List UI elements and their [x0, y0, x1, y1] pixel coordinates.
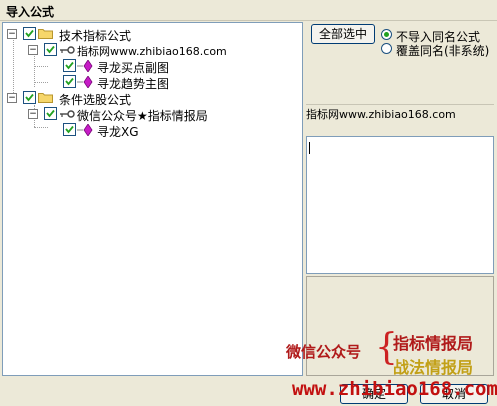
node-checkbox[interactable]: [63, 59, 76, 72]
node-checkbox[interactable]: [23, 27, 36, 40]
watermark-wechat: 微信公众号: [286, 343, 362, 361]
window-title: 导入公式: [6, 5, 55, 19]
collapse-toggle[interactable]: −: [7, 93, 17, 103]
tree-node-label: 指标网www.zhibiao168.com: [77, 45, 227, 58]
formula-icon: [77, 76, 93, 88]
folder-icon: [38, 93, 53, 103]
checkmark-icon: [65, 77, 74, 86]
radio-no-import[interactable]: 不导入同名公式: [381, 28, 493, 44]
tree-node-label: 寻龙XG: [97, 125, 139, 139]
node-checkbox[interactable]: [63, 123, 76, 136]
radio-overwrite[interactable]: 覆盖同名(非系统): [381, 42, 493, 58]
collapse-toggle[interactable]: −: [28, 109, 38, 119]
watermark-url: www.zhibiao168.com: [292, 378, 497, 400]
tree-node-tech-indicators[interactable]: − 技术指标公式: [3, 26, 293, 43]
checkmark-icon: [46, 45, 55, 54]
source-text: 指标网www.zhibiao168.com: [306, 108, 456, 121]
collapse-toggle[interactable]: −: [7, 29, 17, 39]
key-icon: [60, 110, 75, 118]
watermark-right-top: 指标情报局: [393, 334, 474, 353]
tree-node-stock-selection[interactable]: − 条件选股公式: [3, 90, 293, 107]
title-bar: 导入公式: [0, 0, 497, 21]
tree-node-formula-xg[interactable]: 寻龙XG: [3, 122, 293, 139]
formula-source-info: 指标网www.zhibiao168.com: [306, 104, 494, 135]
collapse-toggle[interactable]: −: [28, 45, 38, 55]
node-checkbox[interactable]: [63, 75, 76, 88]
tree-node-group-zhibiao[interactable]: − 指标网www.zhibiao168.com: [3, 42, 293, 58]
formula-icon: [77, 124, 93, 136]
node-checkbox[interactable]: [23, 91, 36, 104]
radio-dot[interactable]: [381, 43, 392, 54]
tree-node-group-wechat[interactable]: − 微信公众号★指标情报局: [3, 106, 293, 123]
radio-label: 覆盖同名(非系统): [396, 44, 490, 58]
node-checkbox[interactable]: [44, 43, 57, 56]
formula-tree[interactable]: − 技术指标公式 − 指标网www.zhibiao168.com 寻龙买点副图: [2, 22, 303, 376]
checkmark-icon: [25, 93, 34, 102]
formula-icon: [77, 60, 93, 72]
checkmark-icon: [65, 61, 74, 70]
tree-node-formula-buy-point[interactable]: 寻龙买点副图: [3, 58, 293, 75]
checkmark-icon: [25, 29, 34, 38]
tree-node-formula-trend-main[interactable]: 寻龙趋势主图: [3, 74, 293, 91]
key-icon: [60, 46, 75, 54]
text-caret: [309, 142, 310, 154]
node-checkbox[interactable]: [44, 107, 57, 120]
folder-icon: [38, 29, 53, 39]
watermark-right-bottom: 战法情报局: [393, 358, 474, 377]
checkmark-icon: [65, 125, 74, 134]
radio-dot[interactable]: [381, 29, 392, 40]
select-all-button[interactable]: 全部选中: [311, 24, 375, 44]
checkmark-icon: [46, 109, 55, 118]
formula-text-area[interactable]: [306, 136, 494, 274]
